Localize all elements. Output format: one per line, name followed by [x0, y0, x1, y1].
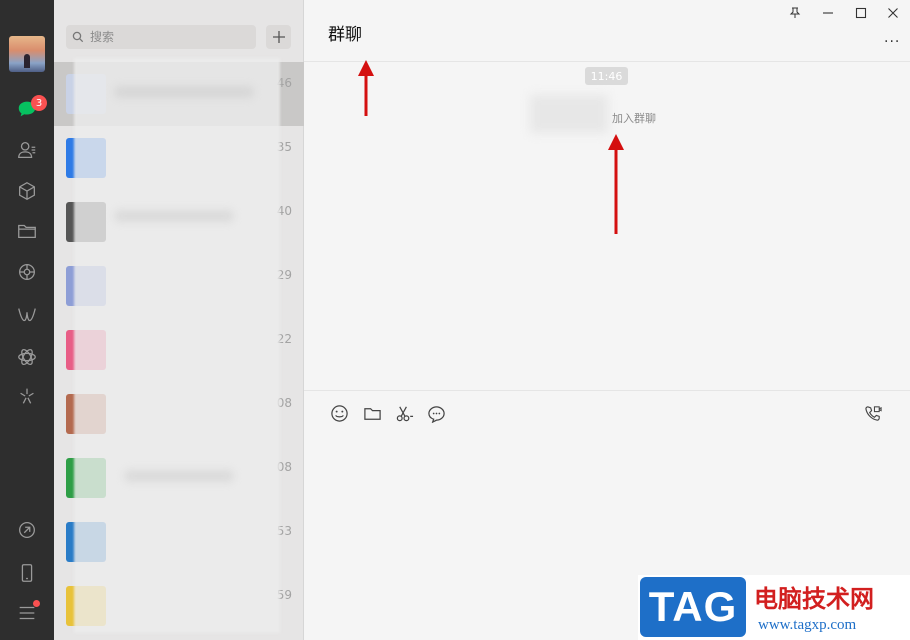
unread-badge: 3 [31, 95, 47, 111]
contacts-icon[interactable] [15, 138, 39, 162]
conversation-list: 463540292208085359 [54, 0, 304, 640]
red-arrow-annotation [608, 134, 624, 234]
menu-dot-badge [33, 600, 40, 607]
search-box[interactable] [66, 25, 256, 49]
minimize-icon [823, 12, 833, 14]
chat-title: 群聊 [328, 25, 362, 45]
moments-icon[interactable] [15, 260, 39, 284]
watermark-site-name: 电脑技术网 [754, 585, 874, 613]
privacy-blur [530, 95, 608, 133]
call-button[interactable] [862, 402, 884, 424]
folder-icon[interactable] [15, 219, 39, 243]
blur-strip [114, 210, 234, 222]
site-watermark: TAG 电脑技术网 www.tagxp.com [638, 575, 910, 640]
screenshot-button[interactable] [393, 402, 415, 424]
speech-bubble-icon [427, 405, 445, 423]
chat-pane: 群聊 ··· 11:46 加入群聊 [304, 0, 910, 640]
search-spark-icon[interactable] [15, 384, 39, 408]
channels-icon[interactable] [15, 303, 39, 327]
maximize-icon [855, 7, 867, 19]
watermark-url: www.tagxp.com [758, 617, 857, 633]
add-chat-button[interactable] [266, 25, 291, 49]
avatar[interactable] [9, 36, 45, 72]
phone-icon[interactable] [15, 561, 39, 585]
scissors-icon [396, 406, 413, 421]
plus-icon [272, 31, 285, 43]
left-rail: 3 [0, 0, 54, 640]
search-input[interactable] [90, 30, 250, 44]
maximize-button[interactable] [850, 4, 872, 22]
folder-icon [363, 407, 381, 420]
chat-history-button[interactable] [425, 402, 447, 424]
system-message: 加入群聊 [612, 112, 656, 125]
close-icon [888, 8, 898, 18]
watermark-logo: TAG [640, 577, 746, 637]
emoji-icon [330, 404, 348, 422]
pin-icon [789, 7, 801, 18]
blur-strip [124, 470, 234, 482]
miniprogram-icon[interactable] [15, 345, 39, 369]
more-options-button[interactable]: ··· [884, 34, 900, 50]
search-icon [72, 31, 84, 43]
phone-video-icon [864, 405, 882, 421]
minimize-button[interactable] [817, 4, 839, 22]
pin-button[interactable] [784, 4, 806, 22]
link-icon[interactable] [15, 518, 39, 542]
privacy-blur [74, 58, 280, 633]
file-button[interactable] [361, 402, 383, 424]
box-icon[interactable] [15, 179, 39, 203]
emoji-button[interactable] [328, 402, 350, 424]
message-input[interactable] [324, 432, 890, 572]
close-button[interactable] [882, 4, 904, 22]
blur-strip [114, 86, 254, 98]
chat-header: 群聊 ··· [304, 0, 910, 62]
compose-divider [304, 390, 910, 391]
message-timestamp: 11:46 [585, 67, 628, 85]
red-arrow-annotation [358, 60, 374, 116]
